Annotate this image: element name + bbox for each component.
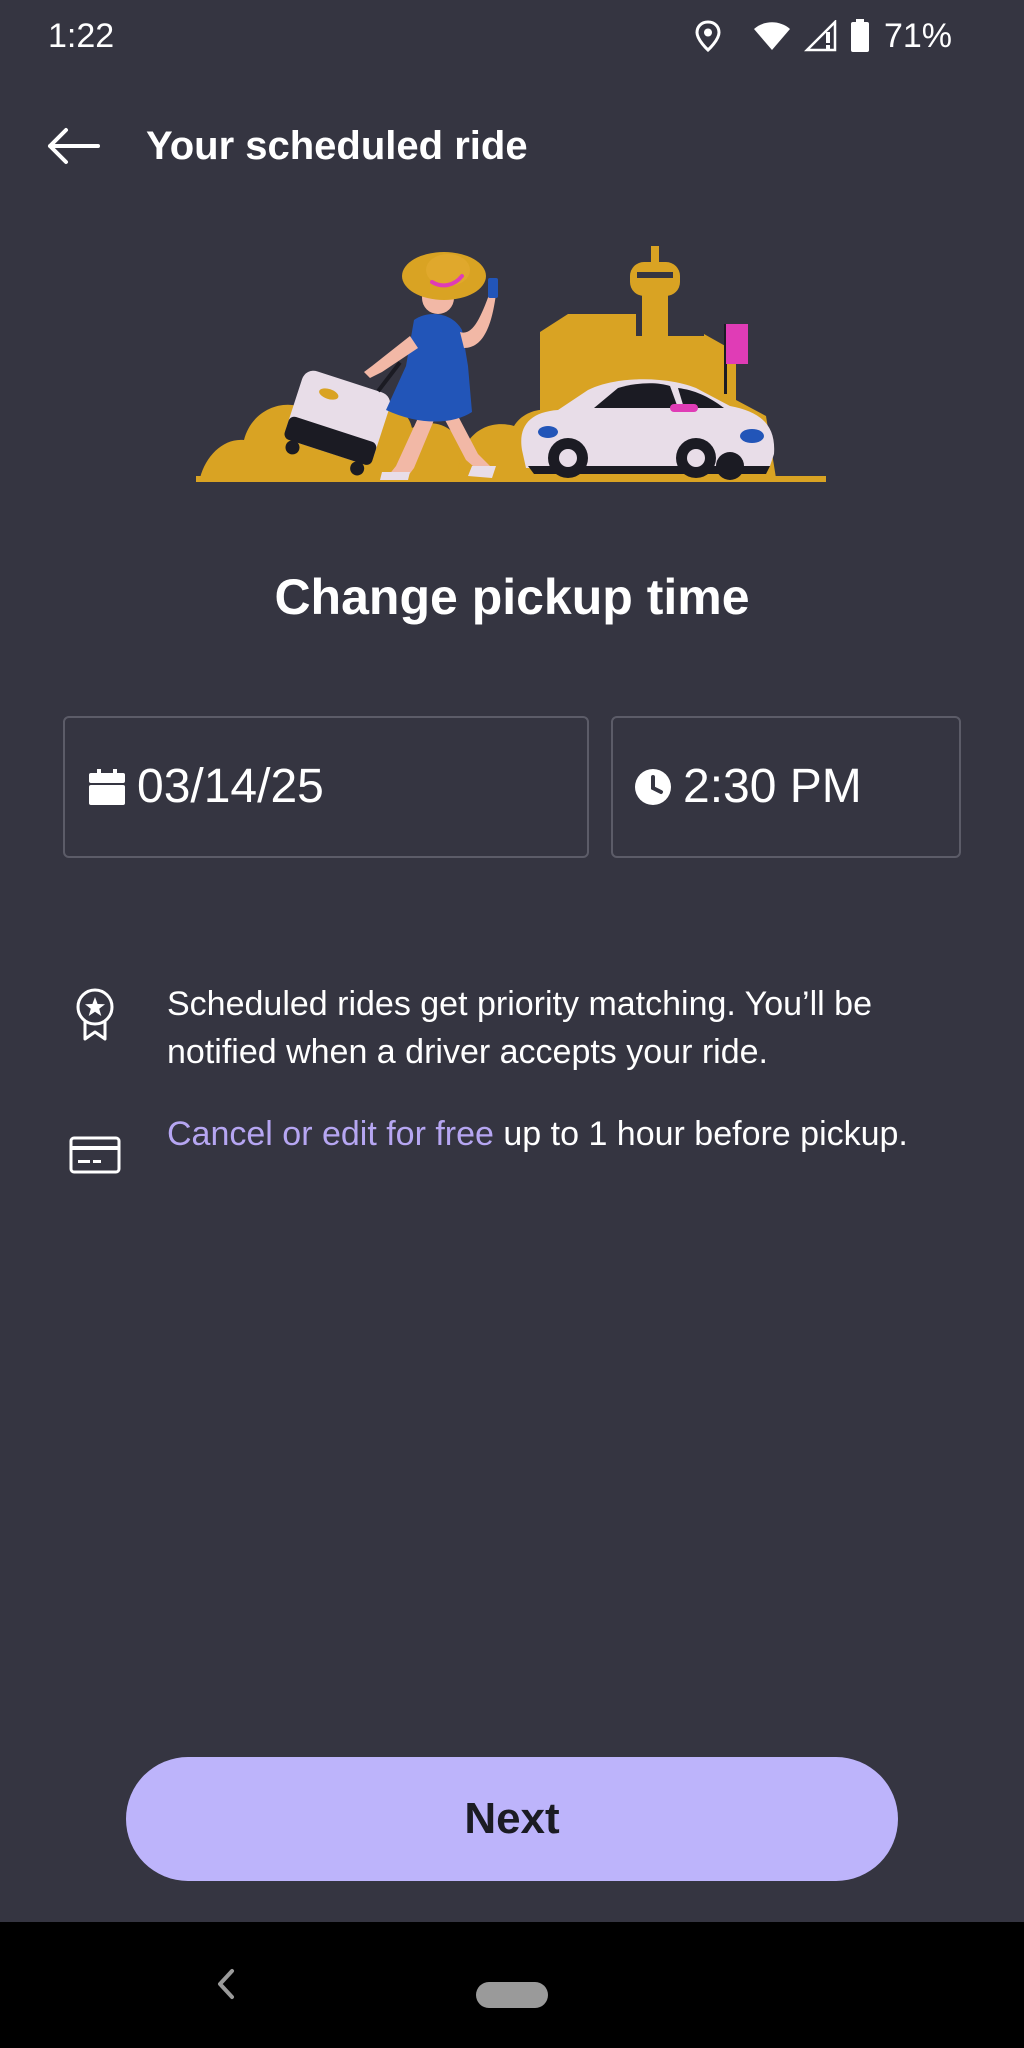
- back-arrow-icon: [48, 128, 100, 164]
- location-icon: [694, 20, 722, 52]
- back-button[interactable]: [40, 116, 104, 176]
- status-bar: 1:22 71%: [0, 0, 1024, 72]
- priority-info-text: Scheduled rides get priority matching. Y…: [167, 985, 872, 1071]
- date-field[interactable]: 03/14/25: [63, 716, 589, 858]
- time-field[interactable]: 2:30 PM: [611, 716, 961, 858]
- date-value: 03/14/25: [137, 760, 324, 813]
- page-title: Your scheduled ride: [146, 124, 528, 168]
- next-button-label: Next: [464, 1794, 560, 1843]
- change-pickup-time-title: Change pickup time: [274, 569, 750, 625]
- credit-card-icon: [60, 1120, 130, 1190]
- time-value: 2:30 PM: [683, 760, 862, 813]
- battery-percent: 71%: [883, 17, 952, 55]
- clock-icon: [633, 767, 673, 807]
- cancel-info-rest: up to 1 hour before pickup.: [493, 1115, 908, 1153]
- cancel-edit-link[interactable]: Cancel or edit for free: [167, 1115, 494, 1153]
- system-nav-bar: [0, 1922, 1024, 2048]
- battery-icon: [850, 19, 870, 53]
- calendar-icon: [87, 767, 127, 807]
- scheduled-ride-illustration: [196, 240, 836, 485]
- nav-back-icon: [218, 1969, 234, 1999]
- cell-signal-icon: [803, 20, 838, 52]
- status-time: 1:22: [48, 17, 115, 55]
- nav-back-button[interactable]: [204, 1962, 248, 2006]
- next-button[interactable]: Next: [126, 1757, 898, 1881]
- award-ribbon-icon: [60, 980, 130, 1050]
- status-icons: 71%: [694, 14, 952, 58]
- cancel-info-text: Cancel or edit for free up to 1 hour bef…: [167, 1110, 987, 1158]
- wifi-icon: [752, 20, 792, 52]
- nav-home-pill[interactable]: [476, 1982, 548, 2008]
